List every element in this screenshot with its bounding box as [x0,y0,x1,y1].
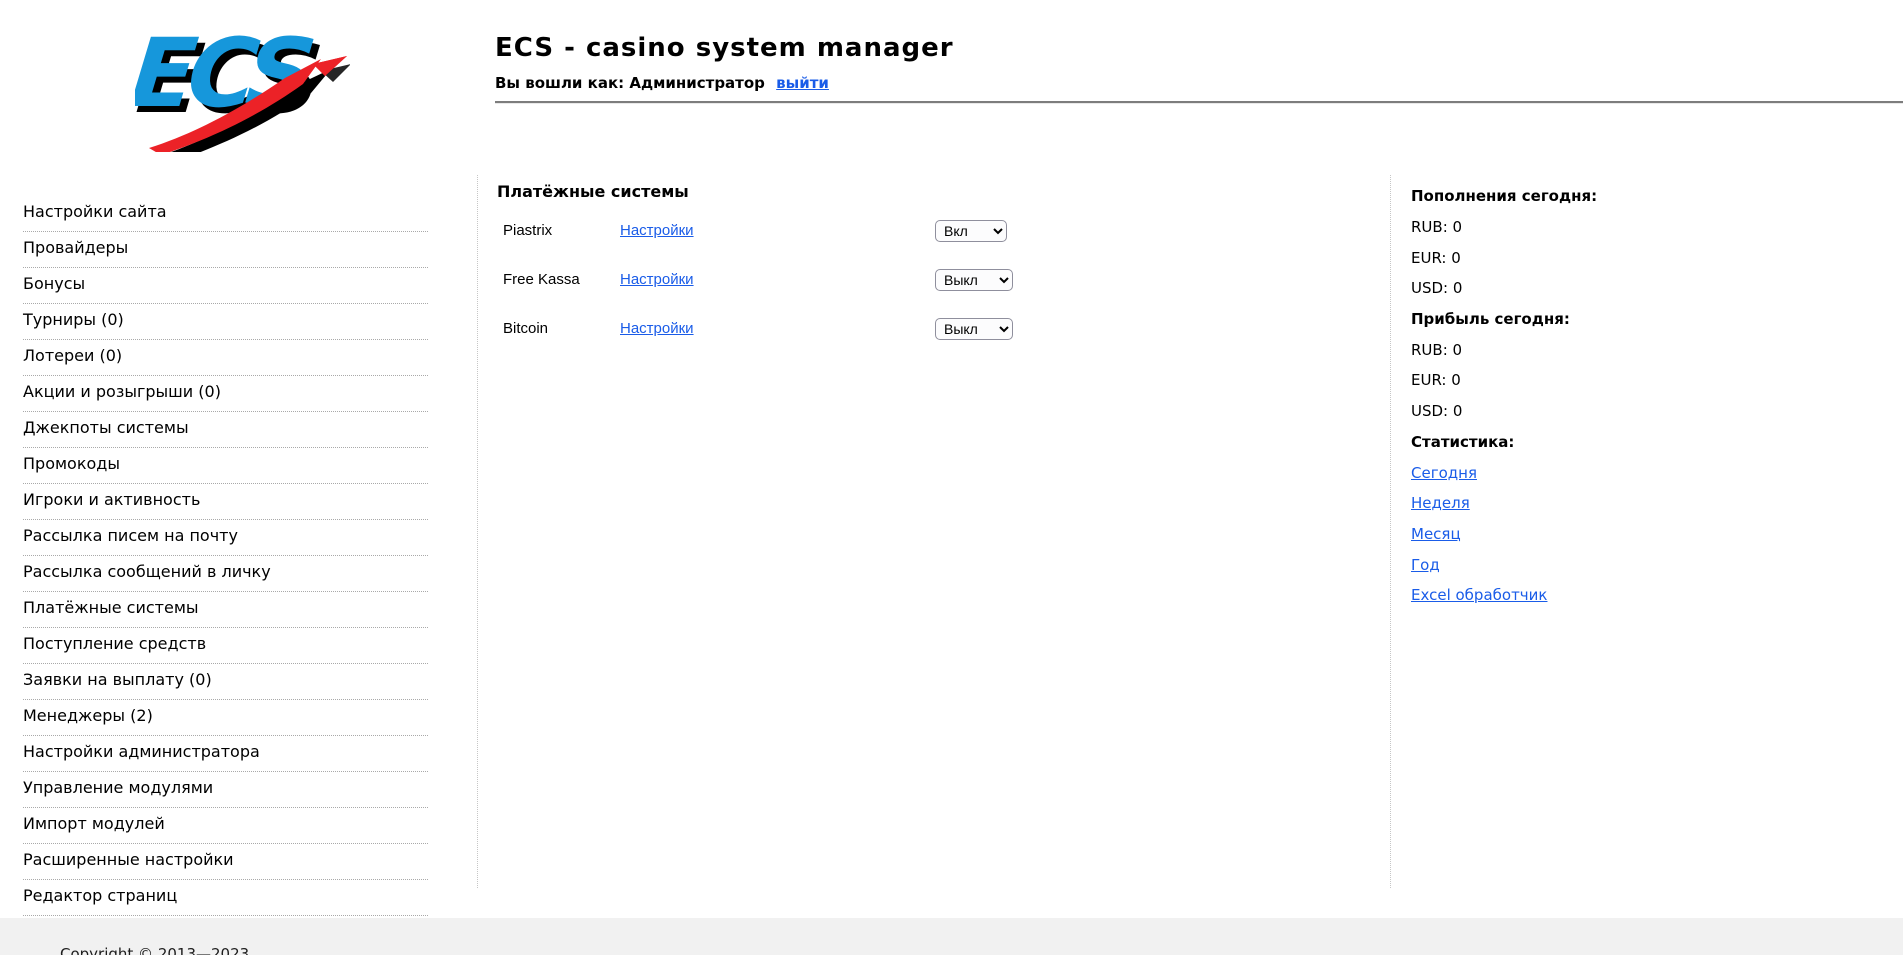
page-title: ECS - casino system manager [495,33,954,63]
deposits-eur: EUR: 0 [1411,248,1461,267]
sidebar-item-managers[interactable]: Менеджеры (2) [23,700,428,736]
payment-row: Bitcoin Настройки Выкл [497,318,1377,340]
payment-systems-heading: Платёжные системы [497,182,689,201]
sidebar-item-admin-settings[interactable]: Настройки администратора [23,736,428,772]
login-status: Вы вошли как: Администратор выйти [495,74,829,92]
stats-link-month[interactable]: Месяц [1411,525,1461,543]
login-status-label: Вы вошли как: Администратор [495,74,765,92]
stats-link-week[interactable]: Неделя [1411,494,1470,512]
payment-settings-link-bitcoin[interactable]: Настройки [620,320,694,337]
profit-rub: RUB: 0 [1411,340,1463,359]
sidebar-item-pm-newsletter[interactable]: Рассылка сообщений в личку [23,556,428,592]
payment-row: Free Kassa Настройки Выкл [497,269,1377,291]
payment-name-bitcoin: Bitcoin [503,320,549,337]
sidebar-item-promotions[interactable]: Акции и розыгрыши (0) [23,376,428,412]
profit-eur: EUR: 0 [1411,371,1461,390]
stats-link-excel[interactable]: Excel обработчик [1411,586,1547,604]
sidebar-item-jackpots[interactable]: Джекпоты системы [23,412,428,448]
sidebar-item-payout-requests[interactable]: Заявки на выплату (0) [23,664,428,700]
sidebar-item-lotteries[interactable]: Лотереи (0) [23,340,428,376]
sidebar-item-incoming-funds[interactable]: Поступление средств [23,628,428,664]
payment-row: Piastrix Настройки Вкл [497,220,1377,242]
statistics-heading: Статистика: [1411,432,1515,451]
deposits-usd: USD: 0 [1411,279,1463,298]
sidebar-item-players-activity[interactable]: Игроки и активность [23,484,428,520]
header-divider [495,101,1903,104]
payment-name-piastrix: Piastrix [503,222,553,239]
ecs-logo: ECS ECS [126,12,351,163]
sidebar-menu: Настройки сайта Провайдеры Бонусы Турнир… [23,196,428,952]
profit-today-heading: Прибыль сегодня: [1411,310,1570,329]
sidebar-divider [477,175,478,888]
payment-state-select-bitcoin[interactable]: Выкл [935,318,1013,340]
svg-text:ECS: ECS [135,19,316,129]
copyright-text: Copyright © 2013—2023 [60,945,250,955]
sidebar-item-providers[interactable]: Провайдеры [23,232,428,268]
sidebar-item-advanced-settings[interactable]: Расширенные настройки [23,844,428,880]
content-divider [1390,175,1391,888]
sidebar-item-module-management[interactable]: Управление модулями [23,772,428,808]
stats-link-year[interactable]: Год [1411,556,1440,574]
payment-name-freekassa: Free Kassa [503,271,580,288]
sidebar-item-bonuses[interactable]: Бонусы [23,268,428,304]
sidebar-item-page-editor[interactable]: Редактор страниц [23,880,428,916]
payment-settings-link-freekassa[interactable]: Настройки [620,271,694,288]
logout-link[interactable]: выйти [776,74,829,92]
profit-usd: USD: 0 [1411,402,1463,421]
deposits-today-heading: Пополнения сегодня: [1411,187,1598,206]
sidebar-item-payment-systems[interactable]: Платёжные системы [23,592,428,628]
payment-settings-link-piastrix[interactable]: Настройки [620,222,694,239]
sidebar-item-site-settings[interactable]: Настройки сайта [23,196,428,232]
deposits-rub: RUB: 0 [1411,218,1463,237]
payment-state-select-freekassa[interactable]: Выкл [935,269,1013,291]
payment-state-select-piastrix[interactable]: Вкл [935,220,1007,242]
sidebar-item-module-import[interactable]: Импорт модулей [23,808,428,844]
stats-panel: Пополнения сегодня: RUB: 0 EUR: 0 USD: 0… [1411,181,1731,611]
stats-link-today[interactable]: Сегодня [1411,464,1477,482]
footer: Copyright © 2013—2023 [0,918,1903,955]
sidebar-item-tournaments[interactable]: Турниры (0) [23,304,428,340]
sidebar-item-email-newsletter[interactable]: Рассылка писем на почту [23,520,428,556]
sidebar-item-promocodes[interactable]: Промокоды [23,448,428,484]
